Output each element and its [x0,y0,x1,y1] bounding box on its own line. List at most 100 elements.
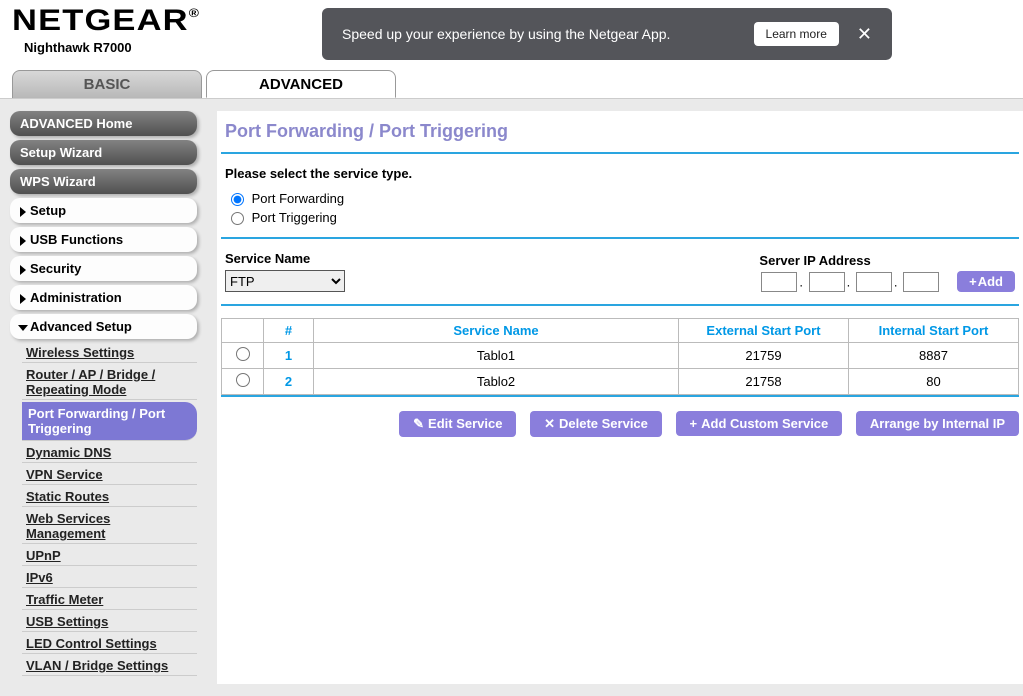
ip-octet-4[interactable] [903,272,939,292]
edit-label: Edit Service [428,416,502,431]
row-ext: 21758 [679,369,849,395]
submenu-usb-settings[interactable]: USB Settings [22,612,197,632]
add-custom-button[interactable]: +Add Custom Service [676,411,843,436]
learn-more-button[interactable]: Learn more [754,22,839,46]
sidebar-administration[interactable]: Administration [10,285,197,310]
submenu-ddns[interactable]: Dynamic DNS [22,443,197,463]
sidebar-wps-wizard[interactable]: WPS Wizard [10,169,197,194]
notification-bar: Speed up your experience by using the Ne… [322,8,892,60]
brand-logo: NETGEAR® [12,4,369,38]
table-row: 2 Tablo2 21758 80 [222,369,1019,395]
submenu-led[interactable]: LED Control Settings [22,634,197,654]
brand-name: NETGEAR [12,4,189,37]
sidebar-advanced-setup[interactable]: Advanced Setup [10,314,197,339]
submenu-router-ap[interactable]: Router / AP / Bridge / Repeating Mode [22,365,197,400]
submenu-upnp[interactable]: UPnP [22,546,197,566]
row-select-2[interactable] [236,373,250,387]
model-name: Nighthawk R7000 [24,40,322,55]
row-service: Tablo1 [314,343,679,369]
edit-service-button[interactable]: ✎ Edit Service [399,411,516,437]
row-service: Tablo2 [314,369,679,395]
radio-port-forwarding[interactable] [231,193,244,206]
th-select [222,319,264,343]
server-ip-label: Server IP Address [759,253,941,268]
sidebar-setup-label: Setup [30,203,66,218]
close-icon[interactable]: ✕ [857,24,872,45]
chevron-right-icon [20,236,26,246]
submenu-static-routes[interactable]: Static Routes [22,487,197,507]
submenu-traffic[interactable]: Traffic Meter [22,590,197,610]
radio-pt-label: Port Triggering [252,210,337,225]
th-ext-port: External Start Port [679,319,849,343]
port-table: # Service Name External Start Port Inter… [221,318,1019,395]
content-panel: Port Forwarding / Port Triggering Please… [217,111,1023,684]
ip-octet-3[interactable] [856,272,892,292]
th-number: # [264,319,314,343]
sidebar: ADVANCED Home Setup Wizard WPS Wizard Se… [0,99,205,696]
x-icon: ✕ [544,416,555,431]
tab-basic[interactable]: BASIC [12,70,202,98]
radio-pf-label: Port Forwarding [252,191,344,206]
row-int: 80 [849,369,1019,395]
submenu-wireless[interactable]: Wireless Settings [22,343,197,363]
advanced-setup-submenu: Wireless Settings Router / AP / Bridge /… [22,343,197,676]
chevron-right-icon [20,265,26,275]
arrange-label: Arrange by Internal IP [870,416,1005,431]
plus-icon: + [969,274,977,289]
row-select-1[interactable] [236,347,250,361]
add-button[interactable]: +Add [957,271,1015,292]
service-name-label: Service Name [225,251,485,266]
page-title: Port Forwarding / Port Triggering [221,117,1019,152]
submenu-vpn[interactable]: VPN Service [22,465,197,485]
row-int: 8887 [849,343,1019,369]
row-num: 1 [264,343,314,369]
chevron-right-icon [20,207,26,217]
th-int-port: Internal Start Port [849,319,1019,343]
submenu-port-forwarding[interactable]: Port Forwarding / Port Triggering [22,402,197,441]
pencil-icon: ✎ [413,416,424,431]
select-type-label: Please select the service type. [221,166,1019,181]
row-ext: 21759 [679,343,849,369]
radio-port-forwarding-row: Port Forwarding [221,191,1019,206]
chevron-right-icon [20,294,26,304]
notification-text: Speed up your experience by using the Ne… [342,26,670,42]
tab-advanced[interactable]: ADVANCED [206,70,396,98]
divider [221,304,1019,306]
ip-octet-2[interactable] [809,272,845,292]
sidebar-usb-label: USB Functions [30,232,123,247]
sidebar-setup[interactable]: Setup [10,198,197,223]
sidebar-usb-functions[interactable]: USB Functions [10,227,197,252]
chevron-down-icon [18,325,28,331]
ip-octet-1[interactable] [761,272,797,292]
submenu-ipv6[interactable]: IPv6 [22,568,197,588]
sidebar-advanced-home[interactable]: ADVANCED Home [10,111,197,136]
th-service: Service Name [314,319,679,343]
logo-block: NETGEAR® Nighthawk R7000 [12,0,322,55]
plus-icon: + [690,416,698,431]
arrange-button[interactable]: Arrange by Internal IP [856,411,1019,436]
divider [221,237,1019,239]
delete-service-button[interactable]: ✕ Delete Service [530,411,662,437]
sidebar-security[interactable]: Security [10,256,197,281]
submenu-wsm[interactable]: Web Services Management [22,509,197,544]
delete-label: Delete Service [559,416,648,431]
tab-bar: BASIC ADVANCED [0,70,1023,98]
add-button-label: Add [978,274,1003,289]
row-num: 2 [264,369,314,395]
header: NETGEAR® Nighthawk R7000 Speed up your e… [0,0,1023,70]
sidebar-admin-label: Administration [30,290,122,305]
add-custom-label: Add Custom Service [701,416,828,431]
radio-port-triggering[interactable] [231,212,244,225]
service-name-select[interactable]: FTP [225,270,345,292]
service-form-row: Service Name FTP Server IP Address . . .… [221,251,1019,292]
main-area: ADVANCED Home Setup Wizard WPS Wizard Se… [0,98,1023,696]
divider [221,152,1019,154]
submenu-vlan[interactable]: VLAN / Bridge Settings [22,656,197,676]
radio-port-triggering-row: Port Triggering [221,210,1019,225]
sidebar-security-label: Security [30,261,81,276]
sidebar-setup-wizard[interactable]: Setup Wizard [10,140,197,165]
divider [221,395,1019,397]
sidebar-advsetup-label: Advanced Setup [30,319,132,334]
table-row: 1 Tablo1 21759 8887 [222,343,1019,369]
registered-icon: ® [189,6,200,20]
